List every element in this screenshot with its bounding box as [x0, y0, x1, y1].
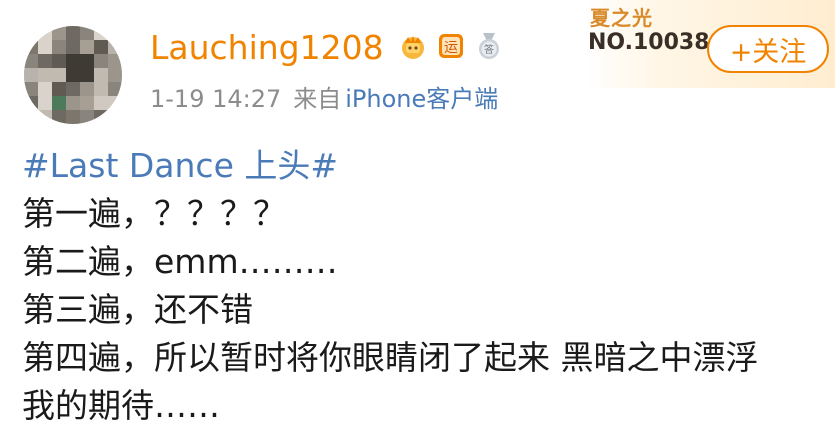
post-text-line: 第一遍，？？？？	[22, 194, 286, 233]
post-content: #Last Dance 上头# 第一遍，？？？？ 第二遍，emm……… 第三遍，…	[22, 142, 832, 430]
yun-badge-icon[interactable]: 运	[436, 31, 466, 61]
user-badges: 运 答	[398, 31, 504, 61]
source-prefix: 来自	[293, 85, 342, 113]
vip-crown-icon[interactable]	[398, 31, 428, 61]
post-text-line: 第三遍，还不错	[22, 290, 253, 329]
post-time[interactable]: 1-19 14:27	[150, 85, 281, 113]
post-text-line: 我的期待……	[22, 386, 220, 425]
post-meta: 1-19 14:27 来自 iPhone客户端	[150, 82, 498, 116]
avatar[interactable]	[24, 26, 122, 124]
hashtag-topic-link[interactable]: #Last Dance 上头#	[22, 142, 832, 190]
follow-button[interactable]: +关注	[707, 25, 829, 73]
username-link[interactable]: Lauching1208	[150, 26, 384, 70]
svg-text:答: 答	[484, 43, 494, 56]
fan-ribbon-number: NO.100389	[588, 30, 725, 55]
weibo-post-card: Lauching1208 运 答 1-19 14:27 来自 iPhone客户端…	[0, 0, 835, 431]
medal-badge-icon[interactable]: 答	[474, 31, 504, 61]
post-text-line: 第二遍，emm………	[22, 242, 338, 281]
post-text-line: 第四遍，所以暂时将你眼睛闭了起来 黑暗之中漂浮	[22, 338, 759, 377]
source-link[interactable]: iPhone客户端	[345, 85, 498, 113]
svg-text:运: 运	[444, 40, 458, 56]
fan-ribbon-title: 夏之光	[590, 6, 653, 30]
